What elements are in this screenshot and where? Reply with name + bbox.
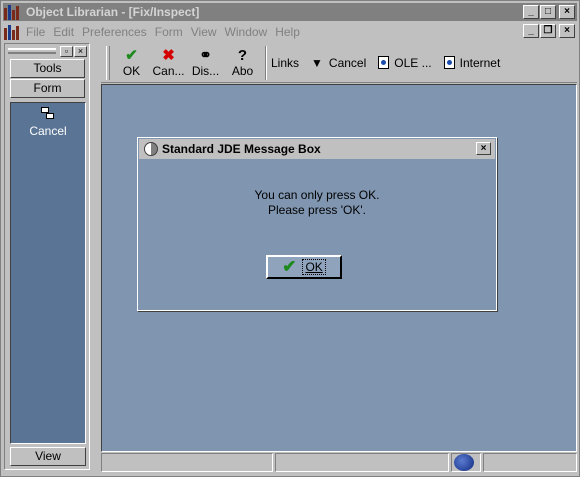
display-errors-icon: ⚭ bbox=[199, 46, 212, 64]
title-bar[interactable]: Object Librarian - [Fix/Inspect] _ □ × bbox=[3, 3, 577, 21]
menu-file[interactable]: File bbox=[26, 25, 45, 39]
menu-window[interactable]: Window bbox=[225, 25, 268, 39]
link-ole[interactable]: OLE ... bbox=[378, 55, 432, 70]
dialog-ok-label: OK bbox=[302, 259, 326, 275]
about-label: Abo bbox=[231, 63, 254, 78]
ok-toolbar-label: OK bbox=[122, 63, 141, 78]
close-button[interactable]: × bbox=[559, 5, 575, 19]
tab-view[interactable]: View bbox=[10, 447, 86, 466]
about-button[interactable]: ? Abo bbox=[224, 46, 261, 78]
menu-bar: File Edit Preferences Form View Window H… bbox=[3, 22, 577, 41]
dialog-message-line2: Please press 'OK'. bbox=[268, 203, 366, 217]
globe-icon bbox=[454, 454, 474, 471]
child-window-icon[interactable] bbox=[4, 24, 22, 40]
status-cell-4 bbox=[483, 453, 577, 472]
panel-action-label: Cancel bbox=[29, 124, 67, 138]
window-title: Object Librarian - [Fix/Inspect] bbox=[26, 5, 200, 19]
child-restore-button[interactable]: ❐ bbox=[540, 24, 556, 38]
link-internet[interactable]: Internet bbox=[443, 55, 501, 70]
menu-edit[interactable]: Edit bbox=[53, 25, 74, 39]
status-cell-2 bbox=[275, 453, 449, 472]
toolbar-grip[interactable] bbox=[106, 45, 110, 80]
tab-form[interactable]: Form bbox=[10, 79, 85, 98]
panel-action-cancel[interactable]: Cancel bbox=[11, 107, 85, 138]
about-help-icon: ? bbox=[237, 46, 248, 64]
display-errors-button[interactable]: ⚭ Dis... bbox=[187, 46, 224, 78]
dialog-close-button[interactable]: × bbox=[476, 142, 491, 155]
link-cancel[interactable]: ▼ Cancel bbox=[311, 56, 366, 70]
status-bar bbox=[101, 452, 577, 473]
dialog-title: Standard JDE Message Box bbox=[162, 142, 321, 156]
exit-bar-panel: ▫ × Tools Form Cancel View bbox=[4, 43, 90, 470]
display-errors-label: Dis... bbox=[191, 63, 220, 78]
check-icon: ✔ bbox=[282, 257, 297, 276]
dialog-ok-button[interactable]: ✔ OK bbox=[266, 255, 342, 279]
menu-help[interactable]: Help bbox=[275, 25, 300, 39]
cancel-form-icon bbox=[41, 107, 55, 121]
application-window: Object Librarian - [Fix/Inspect] _ □ × F… bbox=[0, 0, 580, 477]
link-internet-label: Internet bbox=[459, 55, 501, 70]
link-cancel-label: Cancel bbox=[328, 55, 367, 70]
cancel-x-icon: ✖ bbox=[162, 46, 175, 64]
child-close-button[interactable]: × bbox=[559, 24, 575, 38]
panel-grip[interactable] bbox=[8, 48, 56, 54]
dialog-title-bar[interactable]: Standard JDE Message Box × bbox=[139, 139, 495, 159]
down-arrow-icon: ▼ bbox=[311, 55, 323, 70]
child-minimize-button[interactable]: _ bbox=[523, 24, 539, 38]
toolbar-separator bbox=[265, 45, 267, 80]
dialog-message-line1: You can only press OK. bbox=[254, 188, 380, 202]
cancel-toolbar-button[interactable]: ✖ Can... bbox=[150, 46, 187, 78]
minimize-button[interactable]: _ bbox=[523, 5, 539, 19]
menu-preferences[interactable]: Preferences bbox=[82, 25, 147, 39]
jde-logo-icon bbox=[144, 142, 158, 156]
link-ole-label: OLE ... bbox=[394, 55, 432, 70]
panel-pin-button[interactable]: ▫ bbox=[60, 45, 73, 57]
menu-view[interactable]: View bbox=[191, 25, 217, 39]
check-icon: ✔ bbox=[125, 46, 138, 64]
menu-form[interactable]: Form bbox=[155, 25, 183, 39]
panel-close-button[interactable]: × bbox=[74, 45, 87, 57]
dialog-message: You can only press OK. Please press 'OK'… bbox=[138, 188, 496, 218]
ok-toolbar-button[interactable]: ✔ OK bbox=[113, 46, 150, 78]
maximize-button[interactable]: □ bbox=[540, 5, 556, 19]
toolbar: ✔ OK ✖ Can... ⚭ Dis... ? Abo Links ▼ Can… bbox=[101, 43, 577, 83]
tab-tools[interactable]: Tools bbox=[10, 59, 85, 78]
cancel-toolbar-label: Can... bbox=[152, 63, 185, 78]
links-label: Links bbox=[271, 55, 300, 70]
panel-body: Cancel bbox=[10, 102, 86, 444]
message-box-dialog: Standard JDE Message Box × You can only … bbox=[137, 137, 497, 311]
status-cell-1 bbox=[101, 453, 273, 472]
document-icon bbox=[443, 56, 455, 69]
app-logo-icon bbox=[4, 4, 22, 20]
document-icon bbox=[378, 56, 390, 69]
